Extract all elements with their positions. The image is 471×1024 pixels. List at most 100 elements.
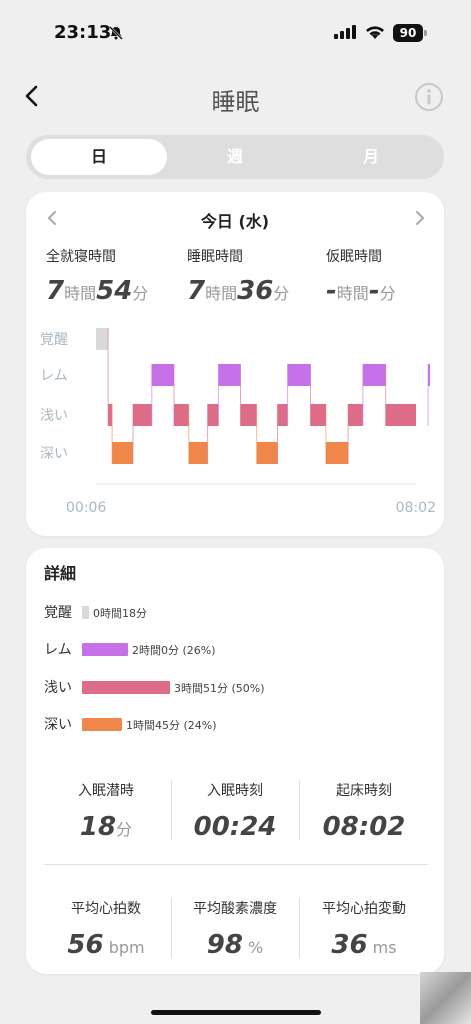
metric-sleep-latency: 入眠潜時 18分 [42, 780, 170, 842]
distribution-row: 深い 1時間45分 (24%) [44, 714, 424, 734]
stage-segment [385, 404, 416, 426]
stat-nap-hours-unit: 時間 [336, 284, 369, 303]
page-title: 睡眠 [211, 88, 260, 116]
stat-total-in-bed: 全就寝時間 7時間54分 [46, 246, 148, 306]
time-axis-label: 00:06 [66, 500, 106, 516]
metric-label: 起床時刻 [336, 783, 392, 799]
stat-sleep-hours-unit: 時間 [205, 284, 238, 303]
stage-axis-label: 浅い [40, 408, 68, 424]
tab-month[interactable]: 月 [303, 139, 439, 175]
stat-nap-minutes: - [368, 276, 380, 306]
stage-segment [362, 364, 386, 386]
detail-title: 詳細 [44, 564, 77, 583]
nav-bar: 睡眠 [0, 70, 471, 126]
distribution-value: 1時間45分 (24%) [126, 719, 217, 732]
metric-label: 平均酸素濃度 [193, 901, 277, 917]
sleep-stage-chart: 覚醒レム浅い深い 00:06 08:02 [40, 328, 436, 516]
stage-segment [218, 364, 241, 386]
metric-label: 入眠潜時 [78, 783, 134, 799]
metric-label: 入眠時刻 [207, 783, 263, 799]
stage-segment [287, 364, 311, 386]
stat-nap-time: 仮眠時間 -時間-分 [326, 246, 396, 306]
date-label: 今日 (水) [200, 212, 270, 231]
stage-segment [188, 442, 208, 464]
stat-sleep-time: 睡眠時間 7時間36分 [187, 246, 289, 306]
distribution-bar [82, 681, 170, 694]
stat-nap-label: 仮眠時間 [326, 249, 382, 265]
distribution-row: 覚醒 0時間18分 [44, 602, 424, 622]
chevron-right-icon[interactable] [410, 208, 430, 228]
period-segmented-control: 日 週 月 [26, 135, 444, 179]
metric-value: 56 [67, 930, 104, 960]
distribution-bar [82, 643, 128, 656]
stat-total-label: 全就寝時間 [46, 249, 116, 265]
distribution-row: レム 2時間0分 (26%) [44, 639, 424, 659]
tab-day[interactable]: 日 [31, 139, 167, 175]
distribution-label: 浅い [44, 680, 72, 696]
metric-avg-hrv: 平均心拍変動 36 ms [300, 898, 428, 960]
distribution-bar [82, 606, 89, 619]
status-bar: 23:13 90 [0, 0, 471, 60]
stat-total-minutes: 54 [96, 276, 133, 306]
stat-nap-hours: - [326, 276, 337, 306]
distribution-value: 0時間18分 [93, 607, 147, 620]
stat-sleep-minutes-unit: 分 [273, 284, 290, 303]
stat-total-hours-unit: 時間 [64, 284, 97, 303]
stage-segment [348, 404, 363, 426]
sleep-summary-card: 今日 (水) 全就寝時間 7時間54分 睡眠時間 7時間36分 仮眠時間 -時間… [26, 192, 444, 536]
stat-nap-minutes-unit: 分 [379, 284, 396, 303]
metric-avg-heart-rate: 平均心拍数 56 bpm [42, 898, 170, 960]
stage-segment [256, 442, 278, 464]
stage-axis-label: レム [40, 368, 68, 384]
metric-sleep-onset: 入眠時刻 00:24 [171, 780, 299, 842]
stage-segment [108, 404, 113, 426]
stage-segment [133, 404, 152, 426]
stage-segment [207, 404, 219, 426]
metric-unit: ms [372, 938, 397, 957]
stage-segment [96, 328, 109, 350]
distribution-bar [82, 718, 122, 731]
metric-label: 平均心拍数 [71, 901, 141, 917]
stage-segment [174, 404, 189, 426]
metric-value: 98 [206, 930, 243, 960]
stat-sleep-minutes: 36 [237, 276, 274, 306]
stat-total-hours: 7 [46, 276, 65, 306]
stage-segment [112, 442, 133, 464]
metric-value: 36 [331, 930, 368, 960]
metric-unit: % [248, 938, 264, 957]
stage-segment [277, 404, 288, 426]
stage-axis-label: 覚醒 [40, 332, 68, 348]
metric-avg-oxygen: 平均酸素濃度 98 % [171, 898, 299, 960]
stage-segment [310, 404, 326, 426]
tab-week[interactable]: 週 [167, 139, 303, 175]
bell-muted-icon [109, 26, 123, 40]
distribution-label: レム [44, 642, 72, 658]
thumbnail-image [420, 972, 471, 1024]
stat-sleep-label: 睡眠時間 [187, 249, 243, 265]
metric-value: 18 [79, 812, 117, 842]
metric-unit: bpm [108, 938, 145, 957]
metric-value: 00:24 [193, 812, 277, 842]
metric-label: 平均心拍変動 [322, 901, 406, 917]
metric-wake-time: 起床時刻 08:02 [300, 780, 428, 842]
time-axis-label: 08:02 [396, 500, 436, 516]
metric-value: 08:02 [322, 812, 406, 842]
divider [44, 864, 428, 865]
distribution-row: 浅い 3時間51分 (50%) [44, 677, 424, 697]
distribution-value: 2時間0分 (26%) [132, 644, 216, 657]
wifi-icon [366, 26, 384, 39]
stage-segment [325, 442, 349, 464]
distribution-label: 深い [44, 717, 72, 733]
stage-segment [240, 404, 257, 426]
status-time: 23:13 [54, 22, 112, 43]
stage-segment [151, 364, 174, 386]
cellular-signal-icon [334, 25, 356, 39]
info-icon[interactable] [414, 82, 444, 112]
distribution-value: 3時間51分 (50%) [174, 682, 265, 695]
battery-icon: 90 [393, 24, 427, 42]
sleep-detail-card: 詳細 覚醒 0時間18分レム 2時間0分 (26%) 浅い 3時間51分 (50%) 深い… [26, 548, 444, 974]
home-indicator[interactable] [151, 1010, 321, 1015]
metric-unit: 分 [116, 820, 133, 839]
stat-sleep-hours: 7 [187, 276, 206, 306]
stat-total-minutes-unit: 分 [132, 284, 149, 303]
